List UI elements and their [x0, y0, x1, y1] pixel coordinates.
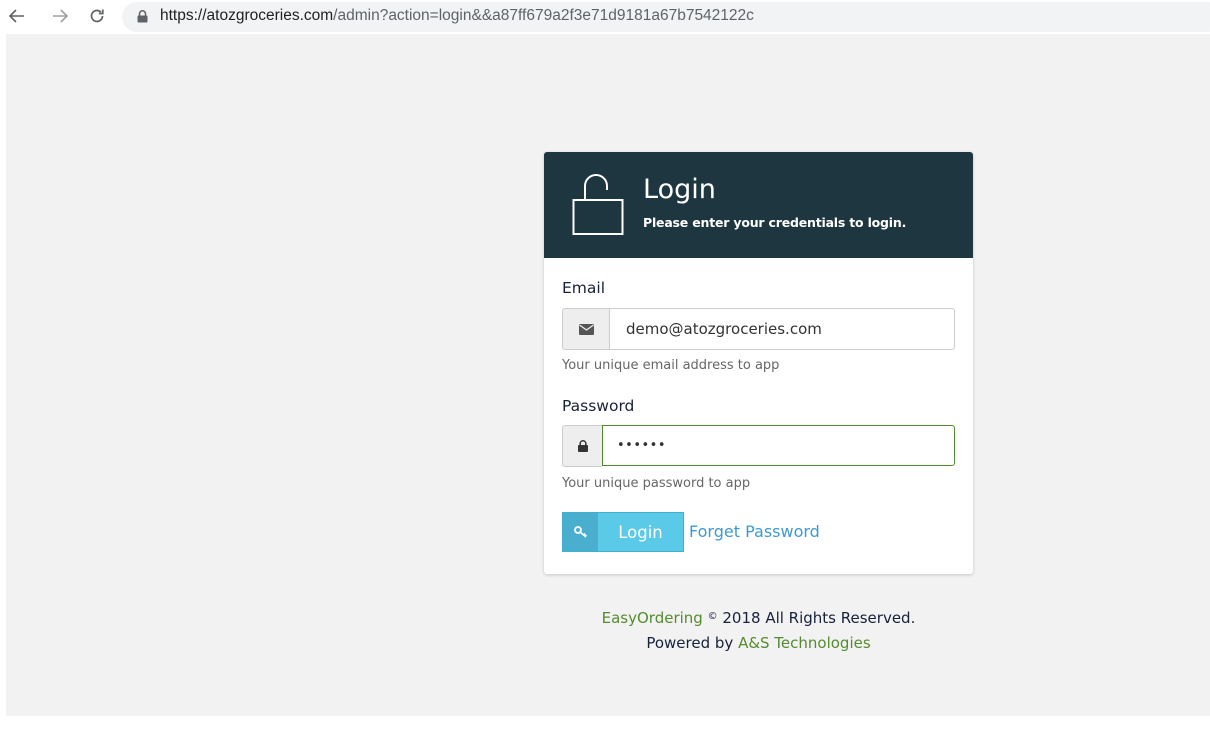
footer-brand-link[interactable]: EasyOrdering [602, 609, 703, 627]
back-arrow-icon[interactable] [6, 5, 28, 27]
key-icon [563, 513, 598, 551]
password-input-group [562, 425, 955, 467]
forget-password-link[interactable]: Forget Password [689, 522, 820, 541]
unlocked-padlock-icon [572, 173, 624, 240]
forward-arrow-icon[interactable] [49, 5, 71, 27]
page-bottom-strip [0, 716, 1210, 744]
footer-copyright-line: EasyOrdering © 2018 All Rights Reserved. [544, 604, 973, 631]
lock-icon [562, 425, 602, 467]
login-header: Login Please enter your credentials to l… [544, 152, 973, 258]
password-field[interactable] [602, 425, 955, 466]
login-button[interactable]: Login [562, 512, 684, 552]
address-bar[interactable]: https://atozgroceries.com/admin?action=l… [122, 2, 1210, 32]
reload-icon[interactable] [86, 5, 108, 27]
email-label: Email [562, 279, 606, 297]
footer-company-link[interactable]: A&S Technologies [738, 634, 871, 652]
url-text: https://atozgroceries.com/admin?action=l… [160, 7, 754, 25]
login-button-label: Login [598, 513, 683, 551]
email-field[interactable] [609, 308, 955, 350]
password-help-text: Your unique password to app [562, 476, 751, 491]
footer-powered-line: Powered by A&S Technologies [544, 631, 973, 656]
url-domain: https://atozgroceries.com [160, 7, 334, 24]
lock-icon [137, 10, 148, 28]
login-title: Login [643, 174, 716, 205]
email-help-text: Your unique email address to app [562, 358, 780, 373]
login-card: Login Please enter your credentials to l… [544, 152, 973, 574]
footer-powered-prefix: Powered by [646, 634, 734, 652]
footer: EasyOrdering © 2018 All Rights Reserved.… [544, 604, 973, 656]
password-label: Password [562, 397, 635, 415]
email-input-group [562, 308, 955, 350]
copyright-symbol: © [707, 611, 718, 622]
browser-toolbar: https://atozgroceries.com/admin?action=l… [0, 0, 1210, 34]
url-path: /admin?action=login&&a87ff679a2f3e71d918… [333, 7, 754, 24]
envelope-icon [562, 308, 609, 350]
login-subtitle: Please enter your credentials to login. [643, 215, 907, 230]
footer-rights: 2018 All Rights Reserved. [722, 609, 916, 627]
